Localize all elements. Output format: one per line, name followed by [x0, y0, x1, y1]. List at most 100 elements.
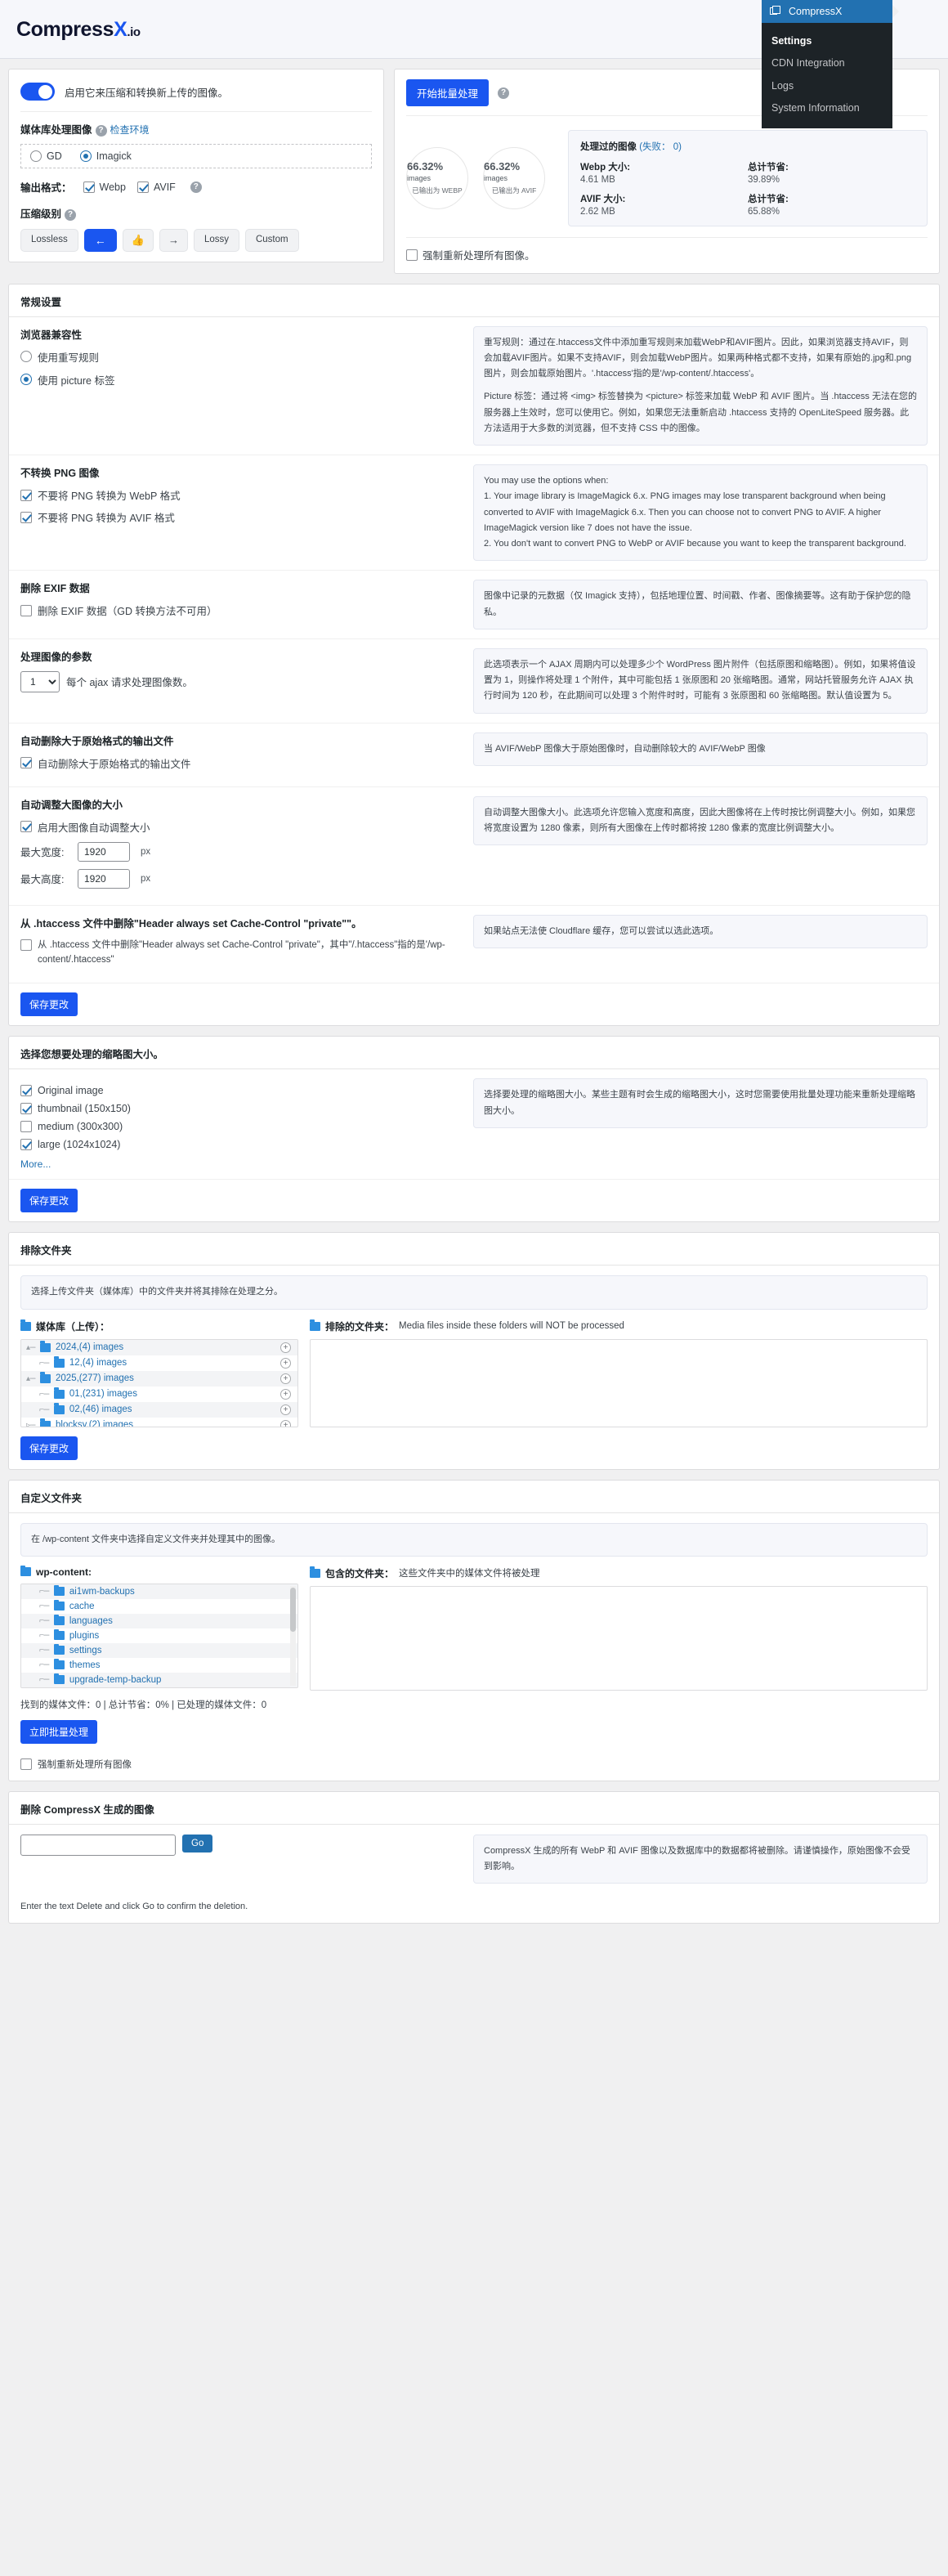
browser-option-rewrite[interactable]: 使用重写规则	[20, 349, 462, 365]
checkbox-webp[interactable]	[83, 181, 95, 193]
radio-gd[interactable]	[30, 150, 42, 162]
help-icon[interactable]: ?	[190, 181, 202, 193]
format-option-webp[interactable]: Webp	[83, 181, 126, 193]
start-bulk-button[interactable]: 开始批量处理	[406, 79, 490, 106]
media-library-tree[interactable]: ▴--- 2024,(4) images + ⌐--- 12,(4) images + …	[20, 1338, 298, 1427]
tree-row[interactable]: ⌐--- 02,(46) images +	[21, 1401, 297, 1418]
custom-force-row[interactable]: 强制重新处理所有图像	[9, 1753, 939, 1781]
max-width-input[interactable]	[78, 841, 130, 862]
max-height-input[interactable]	[78, 868, 130, 889]
radio-imagick[interactable]	[79, 150, 92, 162]
checkbox-remove-cache-control[interactable]	[20, 939, 32, 951]
add-folder-icon[interactable]: +	[280, 1342, 291, 1353]
delete-go-button[interactable]: Go	[182, 1834, 213, 1852]
delete-confirm-input[interactable]	[20, 1834, 176, 1856]
wp-content-tree[interactable]: ⌐--- ai1wm-backups ⌐--- cache ⌐--- language…	[20, 1583, 298, 1688]
radio-rewrite-rules[interactable]	[20, 351, 32, 362]
wp-menu-item-settings[interactable]: Settings	[762, 30, 892, 52]
checkbox-force-reprocess[interactable]	[406, 249, 418, 261]
tree-connector-icon: ⌐---	[39, 1602, 50, 1611]
tree-row[interactable]: ⌐---upgrade	[21, 1687, 297, 1688]
help-icon[interactable]: ?	[65, 208, 77, 221]
level-button-next[interactable]: →	[159, 229, 188, 252]
exif-option[interactable]: 删除 EXIF 数据（GD 转换方法不可用）	[20, 603, 462, 618]
start-custom-bulk-button[interactable]: 立即批量处理	[20, 1719, 98, 1744]
enable-plugin-toggle[interactable]	[20, 83, 55, 101]
thumb-option-medium[interactable]: medium (300x300)	[20, 1121, 462, 1133]
tree-row[interactable]: ⌐--- plugins	[21, 1628, 297, 1643]
add-folder-icon[interactable]: +	[280, 1388, 291, 1400]
browser-option-picture[interactable]: 使用 picture 标签	[20, 372, 462, 388]
thumb-option-large[interactable]: large (1024x1024)	[20, 1139, 462, 1151]
folder-label: cache	[69, 1601, 95, 1611]
htaccess-row: 从 .htaccess 文件中删除"Header always set Cach…	[9, 906, 939, 984]
add-folder-icon[interactable]: +	[280, 1357, 291, 1369]
donut-avif-caption: 已输出为 AVIF	[491, 186, 537, 195]
add-folder-icon[interactable]: +	[280, 1373, 291, 1384]
engine-option-imagick[interactable]: Imagick	[79, 150, 132, 162]
tree-row[interactable]: ⌐--- languages	[21, 1613, 297, 1628]
format-option-avif[interactable]: AVIF	[136, 181, 176, 193]
max-height-label: 最大高度:	[20, 874, 65, 885]
tree-row[interactable]: ▴--- 2025,(277) images +	[21, 1370, 297, 1387]
ajax-heading: 处理图像的参数	[20, 651, 92, 663]
general-save-bar: 保存更改	[9, 983, 939, 1025]
tree-row[interactable]: ⌐--- themes	[21, 1658, 297, 1673]
checkbox-thumbnail-150[interactable]	[20, 1103, 32, 1115]
checkbox-enable-resize[interactable]	[20, 821, 32, 832]
level-button-custom[interactable]: Custom	[244, 229, 299, 252]
add-folder-icon[interactable]: +	[280, 1404, 291, 1415]
checkbox-avif[interactable]	[136, 181, 149, 193]
tree-row[interactable]: ⌐--- 01,(231) images +	[21, 1387, 297, 1402]
checkbox-large-1024[interactable]	[20, 1139, 32, 1151]
checkbox-medium-300[interactable]	[20, 1121, 32, 1133]
tree-row[interactable]: ▴--- 2024,(4) images +	[21, 1339, 297, 1355]
ajax-count-select[interactable]: 1	[20, 670, 60, 692]
folder-label: ai1wm-backups	[69, 1586, 135, 1597]
checkbox-png-no-avif[interactable]	[20, 511, 32, 523]
more-sizes-link[interactable]: More...	[20, 1158, 51, 1170]
wp-menu-item-logs[interactable]: Logs	[762, 75, 892, 97]
force-reprocess-row[interactable]: 强制重新处理所有图像。	[406, 247, 535, 262]
checkbox-custom-force[interactable]	[20, 1758, 32, 1770]
tree-row[interactable]: ▹--- blocksy,(2) images +	[21, 1418, 297, 1427]
png-option-avif[interactable]: 不要将 PNG 转换为 AVIF 格式	[20, 509, 462, 525]
checkbox-delete-bigger[interactable]	[20, 757, 32, 768]
thumb-option-original[interactable]: Original image	[20, 1085, 462, 1097]
level-button-lossless[interactable]: Lossless	[20, 229, 78, 252]
tree-row[interactable]: ⌐--- cache	[21, 1599, 297, 1614]
checkbox-original-image[interactable]	[20, 1085, 32, 1097]
checkbox-png-no-webp[interactable]	[20, 489, 32, 501]
add-folder-icon[interactable]: +	[280, 1419, 291, 1427]
tree-row[interactable]: ⌐--- settings	[21, 1642, 297, 1658]
level-button-lossy[interactable]: Lossy	[193, 229, 239, 252]
tree-row[interactable]: ⌐--- 12,(4) images +	[21, 1355, 297, 1371]
ajax-right: 此选项表示一个 AJAX 周期内可以处理多少个 WordPress 图片附件（包…	[473, 647, 928, 714]
check-environment-link[interactable]: 检查环境	[110, 124, 150, 136]
thumbnail-save-button[interactable]: 保存更改	[20, 1189, 78, 1213]
wp-menu-item-cdn-integration[interactable]: CDN Integration	[762, 52, 892, 74]
wp-menu-brand[interactable]: CompressX	[762, 0, 899, 23]
radio-picture-tag[interactable]	[20, 374, 32, 385]
help-icon[interactable]: ?	[498, 87, 510, 99]
wp-menu-item-system-information[interactable]: System Information	[762, 97, 892, 119]
engine-option-gd[interactable]: GD	[30, 150, 62, 162]
bigger-option[interactable]: 自动删除大于原始格式的输出文件	[20, 755, 462, 771]
help-icon[interactable]: ?	[95, 124, 107, 137]
resize-right: 自动调整大图像大小。此选项允许您输入宽度和高度，因此大图像将在上传时按比例调整大…	[473, 795, 928, 896]
tree-row[interactable]: ⌐--- upgrade-temp-backup	[21, 1672, 297, 1687]
excluded-folders-panel[interactable]	[310, 1338, 928, 1427]
excluded-folders-head: 排除的文件夹： Media files inside these folders…	[310, 1319, 928, 1333]
level-button-recommended[interactable]: 👍	[122, 229, 154, 252]
level-button-prev[interactable]: ←	[83, 229, 117, 252]
tree-row[interactable]: ⌐--- ai1wm-backups	[21, 1584, 297, 1599]
general-save-button[interactable]: 保存更改	[20, 992, 78, 1017]
thumb-option-thumbnail[interactable]: thumbnail (150x150)	[20, 1103, 462, 1115]
resize-option[interactable]: 启用大图像自动调整大小	[20, 819, 462, 835]
included-folders-panel[interactable]	[310, 1585, 928, 1691]
tree-scrollbar-thumb[interactable]	[290, 1587, 296, 1632]
png-option-webp[interactable]: 不要将 PNG 转换为 WebP 格式	[20, 487, 462, 503]
htaccess-option[interactable]: 从 .htaccess 文件中删除"Header always set Cach…	[20, 938, 462, 968]
exclude-save-button[interactable]: 保存更改	[20, 1436, 78, 1460]
checkbox-remove-exif[interactable]	[20, 604, 32, 616]
